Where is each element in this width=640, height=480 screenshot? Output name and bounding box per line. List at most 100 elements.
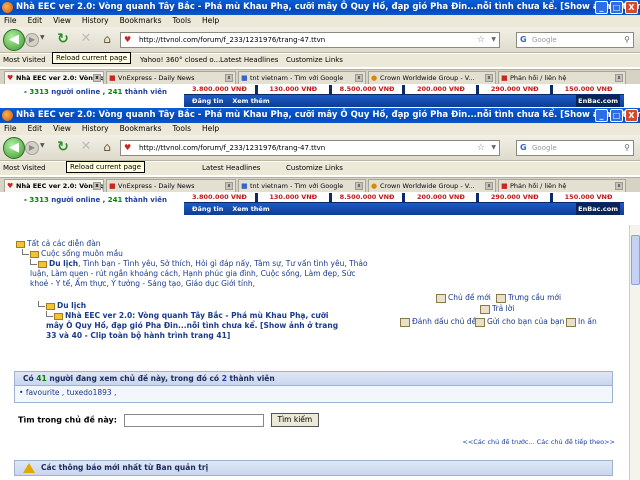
url-bar[interactable]: ♥ http://ttvnol.com/forum/f_233/1231976/… xyxy=(120,140,500,156)
print-link[interactable]: In ấn xyxy=(566,317,597,327)
search-box[interactable]: G Google ⚲ xyxy=(516,32,634,48)
new-topic-link[interactable]: Chủ đề mới xyxy=(436,293,491,303)
tab-google-tnt[interactable]: ■ tnt vietnam - Tìm với Google x xyxy=(238,71,366,84)
history-dropdown-icon[interactable]: ▼ xyxy=(40,142,45,149)
forward-button[interactable]: ▶ xyxy=(25,33,39,47)
enbac-ad-banner[interactable]: 3.800.000 VNĐ 130.000 VNĐ 8.500.000 VNĐ … xyxy=(184,193,624,215)
menu-history[interactable]: History xyxy=(82,15,109,27)
price-tag[interactable]: 150.000 VNĐ xyxy=(553,85,624,94)
enbac-ad-banner[interactable]: 3.800.000 VNĐ 130.000 VNĐ 8.500.000 VNĐ … xyxy=(184,85,624,107)
menu-tools[interactable]: Tools xyxy=(173,123,191,135)
price-tag[interactable]: 130.000 VNĐ xyxy=(257,193,329,202)
price-tag[interactable]: 290.000 VNĐ xyxy=(479,85,551,94)
close-button[interactable]: X xyxy=(625,109,638,122)
bookmark-customize-links[interactable]: Customize Links xyxy=(286,162,343,175)
minimize-button[interactable]: _ xyxy=(595,109,608,122)
thread-title[interactable]: Nhà EEC ver 2.0: Vòng quanh Tây Bắc - Ph… xyxy=(46,311,338,340)
search-icon[interactable]: ⚲ xyxy=(624,33,630,47)
category-link[interactable]: Cuộc sống muôn mầu xyxy=(41,249,123,258)
thread-search-input[interactable] xyxy=(123,413,264,427)
tab-close-icon[interactable]: x xyxy=(485,182,493,190)
search-box[interactable]: G Google ⚲ xyxy=(516,140,634,156)
post-ad-link[interactable]: Đăng tin xyxy=(192,205,223,213)
vertical-scrollbar[interactable] xyxy=(629,225,640,480)
close-button[interactable]: X xyxy=(625,1,638,14)
price-tag[interactable]: 200.000 VNĐ xyxy=(405,85,477,94)
scrollbar-thumb[interactable] xyxy=(631,235,640,285)
menu-bookmarks[interactable]: Bookmarks xyxy=(120,15,162,27)
menu-tools[interactable]: Tools xyxy=(173,15,191,27)
tab-crown[interactable]: ● Crown Worldwide Group - V... x xyxy=(368,71,496,84)
bookmark-topic-link[interactable]: Đánh dấu chủ đề xyxy=(400,317,476,327)
bookmark-most-visited[interactable]: Most Visited xyxy=(3,162,46,175)
prev-next-links[interactable]: <<Các chủ đề trước... Các chủ đề tiếp th… xyxy=(462,438,615,446)
reload-button[interactable]: ↻ xyxy=(55,139,71,155)
menu-help[interactable]: Help xyxy=(202,15,219,27)
tab-close-icon[interactable]: x xyxy=(485,74,493,82)
bookmark-yahoo[interactable]: Yahoo! 360° closed o... xyxy=(140,54,220,67)
price-tag[interactable]: 200.000 VNĐ xyxy=(405,193,477,202)
menu-file[interactable]: File xyxy=(4,15,17,27)
price-tag[interactable]: 150.000 VNĐ xyxy=(553,193,624,202)
stop-button[interactable]: ✕ xyxy=(78,139,94,155)
menu-help[interactable]: Help xyxy=(202,123,219,135)
forward-button[interactable]: ▶ xyxy=(25,141,39,155)
new-poll-link[interactable]: Trưng cầu mới xyxy=(496,293,561,303)
tab-eec-thread[interactable]: ♥ Nhà EEC ver 2.0: Vòng quan... x xyxy=(4,71,104,84)
stop-button[interactable]: ✕ xyxy=(78,31,94,47)
thread-search-button[interactable]: Tìm kiếm xyxy=(270,413,320,427)
price-tag[interactable]: 8.500.000 VNĐ xyxy=(331,193,403,202)
bookmark-latest-headlines[interactable]: Latest Headlines xyxy=(202,162,260,175)
bookmark-star-icon[interactable]: ☆ xyxy=(477,33,485,47)
tab-close-icon[interactable]: x xyxy=(225,182,233,190)
url-bar[interactable]: ♥ http://ttvnol.com/forum/f_233/1231976/… xyxy=(120,32,500,48)
home-button[interactable]: ⌂ xyxy=(99,139,115,155)
reload-button[interactable]: ↻ xyxy=(55,31,71,47)
bookmark-star-icon[interactable]: ☆ xyxy=(477,141,485,155)
menu-bookmarks[interactable]: Bookmarks xyxy=(120,123,162,135)
menu-view[interactable]: View xyxy=(53,15,71,27)
tab-close-icon[interactable]: x xyxy=(225,74,233,82)
history-dropdown-icon[interactable]: ▼ xyxy=(40,34,45,41)
maximize-button[interactable]: □ xyxy=(610,109,623,122)
minimize-button[interactable]: _ xyxy=(595,1,608,14)
menu-edit[interactable]: Edit xyxy=(28,15,43,27)
tab-eec-thread[interactable]: ♥ Nhà EEC ver 2.0: Vòng quan... x xyxy=(4,179,104,192)
post-ad-link[interactable]: Đăng tin xyxy=(192,97,223,105)
all-forums-link[interactable]: Tất cả các diễn đàn xyxy=(27,239,101,248)
see-more-link[interactable]: Xem thêm xyxy=(232,205,269,213)
price-tag[interactable]: 130.000 VNĐ xyxy=(257,85,329,94)
search-icon[interactable]: ⚲ xyxy=(624,141,630,155)
tab-close-icon[interactable]: x xyxy=(355,182,363,190)
tab-feedback[interactable]: ■ Phản hồi / liên hệ x xyxy=(498,179,626,192)
bookmark-customize-links[interactable]: Customize Links xyxy=(286,54,343,67)
tab-close-icon[interactable]: x xyxy=(615,182,623,190)
menu-edit[interactable]: Edit xyxy=(28,123,43,135)
tab-google-tnt[interactable]: ■ tnt vietnam - Tìm với Google x xyxy=(238,179,366,192)
menu-view[interactable]: View xyxy=(53,123,71,135)
price-tag[interactable]: 3.800.000 VNĐ xyxy=(184,85,255,94)
subforum-link[interactable]: Du lịch xyxy=(49,259,78,268)
tab-close-icon[interactable]: x xyxy=(615,74,623,82)
price-tag[interactable]: 290.000 VNĐ xyxy=(479,193,551,202)
tab-close-icon[interactable]: x xyxy=(93,74,101,82)
viewer-names[interactable]: favourite , tuxedo1893 , xyxy=(26,388,117,397)
reply-link[interactable]: Trả lời xyxy=(480,304,514,314)
see-more-link[interactable]: Xem thêm xyxy=(232,97,269,105)
tab-close-icon[interactable]: x xyxy=(93,182,101,190)
menu-file[interactable]: File xyxy=(4,123,17,135)
bookmark-latest-headlines[interactable]: Latest Headlines xyxy=(220,54,278,67)
price-tag[interactable]: 3.800.000 VNĐ xyxy=(184,193,255,202)
maximize-button[interactable]: □ xyxy=(610,1,623,14)
back-button[interactable]: ◀ xyxy=(3,137,25,159)
home-button[interactable]: ⌂ xyxy=(99,31,115,47)
tab-close-icon[interactable]: x xyxy=(355,74,363,82)
url-dropdown-icon[interactable]: ▼ xyxy=(491,33,496,47)
price-tag[interactable]: 8.500.000 VNĐ xyxy=(331,85,403,94)
bookmark-most-visited[interactable]: Most Visited xyxy=(3,54,46,67)
send-friend-link[interactable]: Gửi cho bạn của bạn xyxy=(475,317,564,327)
back-button[interactable]: ◀ xyxy=(3,29,25,51)
tab-vnexpress[interactable]: ■ VnExpress - Daily News x xyxy=(106,179,236,192)
tab-vnexpress[interactable]: ■ VnExpress - Daily News x xyxy=(106,71,236,84)
subforum2-link[interactable]: Du lịch xyxy=(57,301,86,310)
